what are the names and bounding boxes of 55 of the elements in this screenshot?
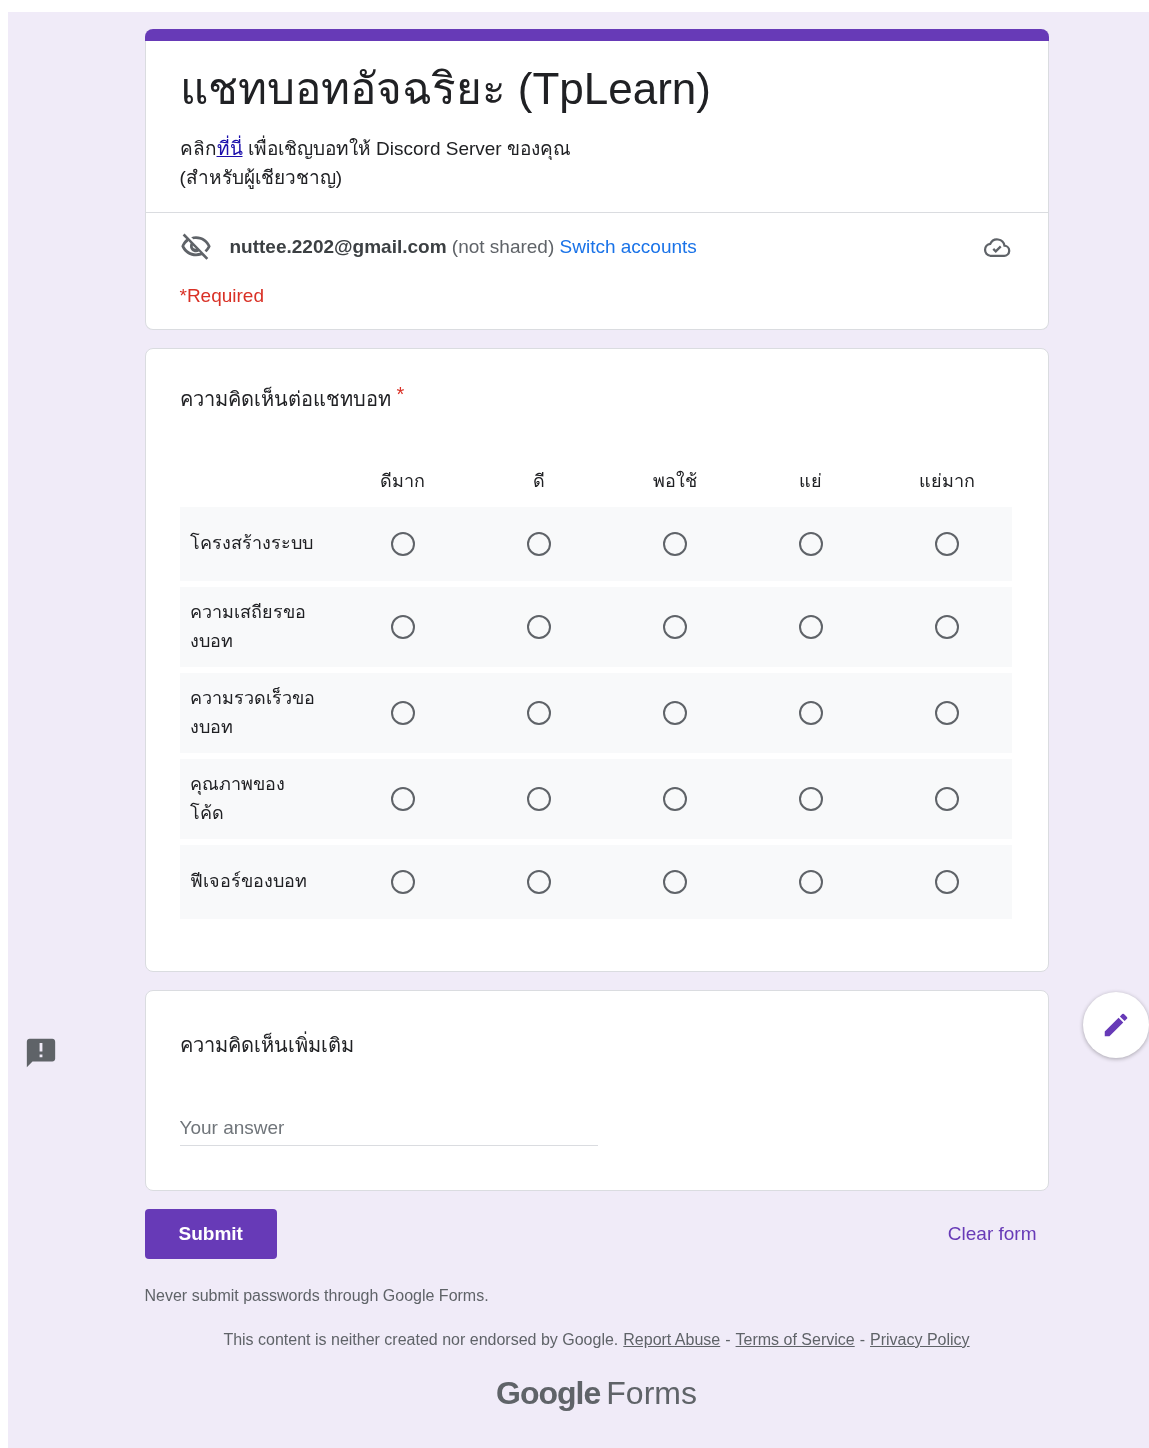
- invite-link[interactable]: ที่นี่: [216, 137, 243, 159]
- radio-button[interactable]: [798, 614, 823, 639]
- radio-button[interactable]: [390, 786, 415, 811]
- disclaimer-text: This content is neither created nor endorsed by Google.: [223, 1330, 619, 1349]
- radio-button[interactable]: [934, 700, 959, 725]
- form-description: คลิกที่นี่ เพื่อเชิญบอทให้ Discord Server ของคุณ (สำหรับผู้เชียวชาญ): [179, 134, 572, 191]
- radio-button[interactable]: [526, 700, 551, 725]
- row-label: ฟีเจอร์ของบอท: [188, 870, 308, 894]
- row-label: โครงสร้างระบบ: [188, 531, 314, 556]
- form-title: แชทบอทอัจฉริยะ (TpLearn): [179, 63, 712, 115]
- password-warning: Never submit passwords through Google Forms.: [144, 1286, 490, 1305]
- radio-button[interactable]: [662, 614, 687, 639]
- edit-button[interactable]: [1083, 992, 1149, 1058]
- radio-button[interactable]: [662, 786, 687, 811]
- radio-button[interactable]: [798, 786, 823, 811]
- column-label: ดี: [531, 470, 546, 494]
- required-note: *Required: [179, 284, 265, 307]
- radio-button[interactable]: [934, 531, 959, 556]
- radio-button[interactable]: [934, 786, 959, 811]
- radio-button[interactable]: [390, 614, 415, 639]
- row-label: คุณภาพของ โค้ด: [188, 772, 286, 825]
- radio-button[interactable]: [798, 531, 823, 556]
- radio-button[interactable]: [662, 531, 687, 556]
- link-separator: -: [725, 1330, 731, 1349]
- clear-form-button[interactable]: Clear form: [935, 1214, 1049, 1253]
- radio-button[interactable]: [526, 786, 551, 811]
- footer-link[interactable]: Report Abuse: [623, 1330, 721, 1349]
- question-title: ความคิดเห็นเพิ่มเติม: [179, 1030, 354, 1058]
- radio-button[interactable]: [526, 614, 551, 639]
- radio-button[interactable]: [798, 700, 823, 725]
- row-label: ความเสถียรขอ งบอท: [188, 600, 307, 653]
- link-separator: -: [859, 1330, 866, 1349]
- radio-button[interactable]: [662, 869, 687, 894]
- radio-button[interactable]: [390, 700, 415, 725]
- footer-link[interactable]: Privacy Policy: [870, 1330, 970, 1349]
- submit-button[interactable]: Submit: [144, 1208, 277, 1259]
- required-mark: *: [396, 382, 405, 407]
- footer-link[interactable]: Terms of Service: [735, 1330, 855, 1349]
- column-label: ดีมาก: [379, 470, 426, 494]
- row-label: ความรวดเร็วขอ งบอท: [188, 686, 316, 739]
- google-forms-logo: Google Forms: [495, 1374, 698, 1412]
- column-label: แย่มาก: [917, 470, 976, 494]
- radio-button[interactable]: [934, 869, 959, 894]
- radio-button[interactable]: [390, 869, 415, 894]
- radio-button[interactable]: [798, 869, 823, 894]
- column-label: แย่: [798, 470, 823, 494]
- question-title: ความคิดเห็นต่อแชทบอท: [179, 385, 391, 412]
- switch-accounts-link[interactable]: Switch accounts: [559, 235, 697, 257]
- radio-button[interactable]: [390, 531, 415, 556]
- column-label: พอใช้: [651, 469, 698, 494]
- radio-button[interactable]: [526, 869, 551, 894]
- radio-button[interactable]: [662, 700, 687, 725]
- account-info: nuttee.2202@gmail.com (not shared) Switch accounts: [229, 235, 697, 258]
- radio-button[interactable]: [526, 531, 551, 556]
- radio-button[interactable]: [934, 614, 959, 639]
